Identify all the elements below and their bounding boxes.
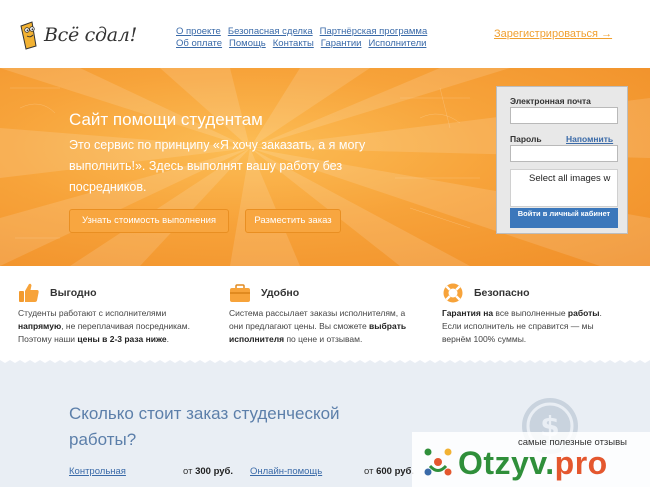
features-section: Выгодно Студенты работают с исполнителям… [0, 266, 650, 360]
price-row: от 300 руб. [183, 466, 233, 477]
place-order-button[interactable]: Разместить заказ [245, 209, 341, 233]
header: Всё сдал! О проекте Безопасная сделка Па… [0, 0, 650, 68]
captcha-prompt: Select all images w [529, 173, 611, 184]
login-panel: Электронная почта Пароль Напомнить Selec… [496, 86, 628, 234]
thumbs-up-icon [19, 283, 39, 302]
feature-text: Гарантия на все выполненные работы. Если… [442, 308, 602, 344]
price-test-link[interactable]: Контрольная [69, 466, 126, 477]
briefcase-icon [230, 284, 250, 302]
pricing-title: Сколько стоит заказ студенческой работы? [69, 404, 340, 449]
zigzag-divider [0, 358, 650, 363]
password-label: Пароль [510, 134, 542, 144]
pencil-mascot-icon [20, 21, 37, 50]
logo-text: Всё сдал! [44, 24, 137, 46]
price-online-help-link[interactable]: Онлайн-помощь [250, 466, 322, 477]
get-price-button[interactable]: Узнать стоимость выполнения [69, 209, 229, 233]
lifebuoy-icon [443, 283, 463, 303]
nav-contacts[interactable]: Контакты [273, 38, 314, 50]
nav-guarantees[interactable]: Гарантии [321, 38, 362, 50]
register-link[interactable]: Зарегистрироваться → [494, 28, 612, 40]
feature-title: Выгодно [50, 287, 97, 299]
nav-payment[interactable]: Об оплате [176, 38, 222, 50]
feature-text: Система рассылает заказы исполнителям, а… [229, 308, 407, 344]
captcha-widget[interactable]: Select all images w [510, 169, 618, 207]
login-button[interactable]: Войти в личный кабинет [510, 208, 618, 228]
price-row: Контрольная [69, 466, 126, 477]
price-row: от 600 руб. [364, 466, 414, 477]
logo[interactable]: Всё сдал! [18, 20, 137, 50]
feature-title: Безопасно [474, 287, 530, 299]
nav-partner-program[interactable]: Партнёрская программа [320, 26, 428, 38]
price-value: от 300 руб. [183, 466, 234, 477]
email-label: Электронная почта [510, 96, 591, 106]
watermark: самые полезные отзывы Otzyv.pro [412, 432, 650, 487]
hero-title: Сайт помощи студентам [69, 110, 263, 129]
nav-help[interactable]: Помощь [229, 38, 266, 50]
nav-about[interactable]: О проекте [176, 26, 221, 38]
watermark-logo: Otzyv.pro [458, 445, 608, 481]
main-nav: О проекте Безопасная сделка Партнёрская … [176, 26, 427, 50]
feature-text: Студенты работают с исполнителями напрям… [18, 308, 190, 344]
feature-title: Удобно [261, 287, 300, 299]
watermark-face-icon [424, 448, 452, 476]
nav-performers[interactable]: Исполнители [368, 38, 426, 50]
forgot-password-link[interactable]: Напомнить [566, 134, 613, 144]
price-value: от 600 руб. [364, 466, 415, 477]
password-field[interactable] [510, 145, 618, 162]
email-field[interactable] [510, 107, 618, 124]
hero-banner: Сайт помощи студентам Это сервис по прин… [0, 68, 650, 266]
nav-safe-deal[interactable]: Безопасная сделка [228, 26, 313, 38]
hero-description: Это сервис по принципу «Я хочу заказать,… [69, 138, 366, 194]
price-row: Онлайн-помощь [250, 466, 322, 477]
